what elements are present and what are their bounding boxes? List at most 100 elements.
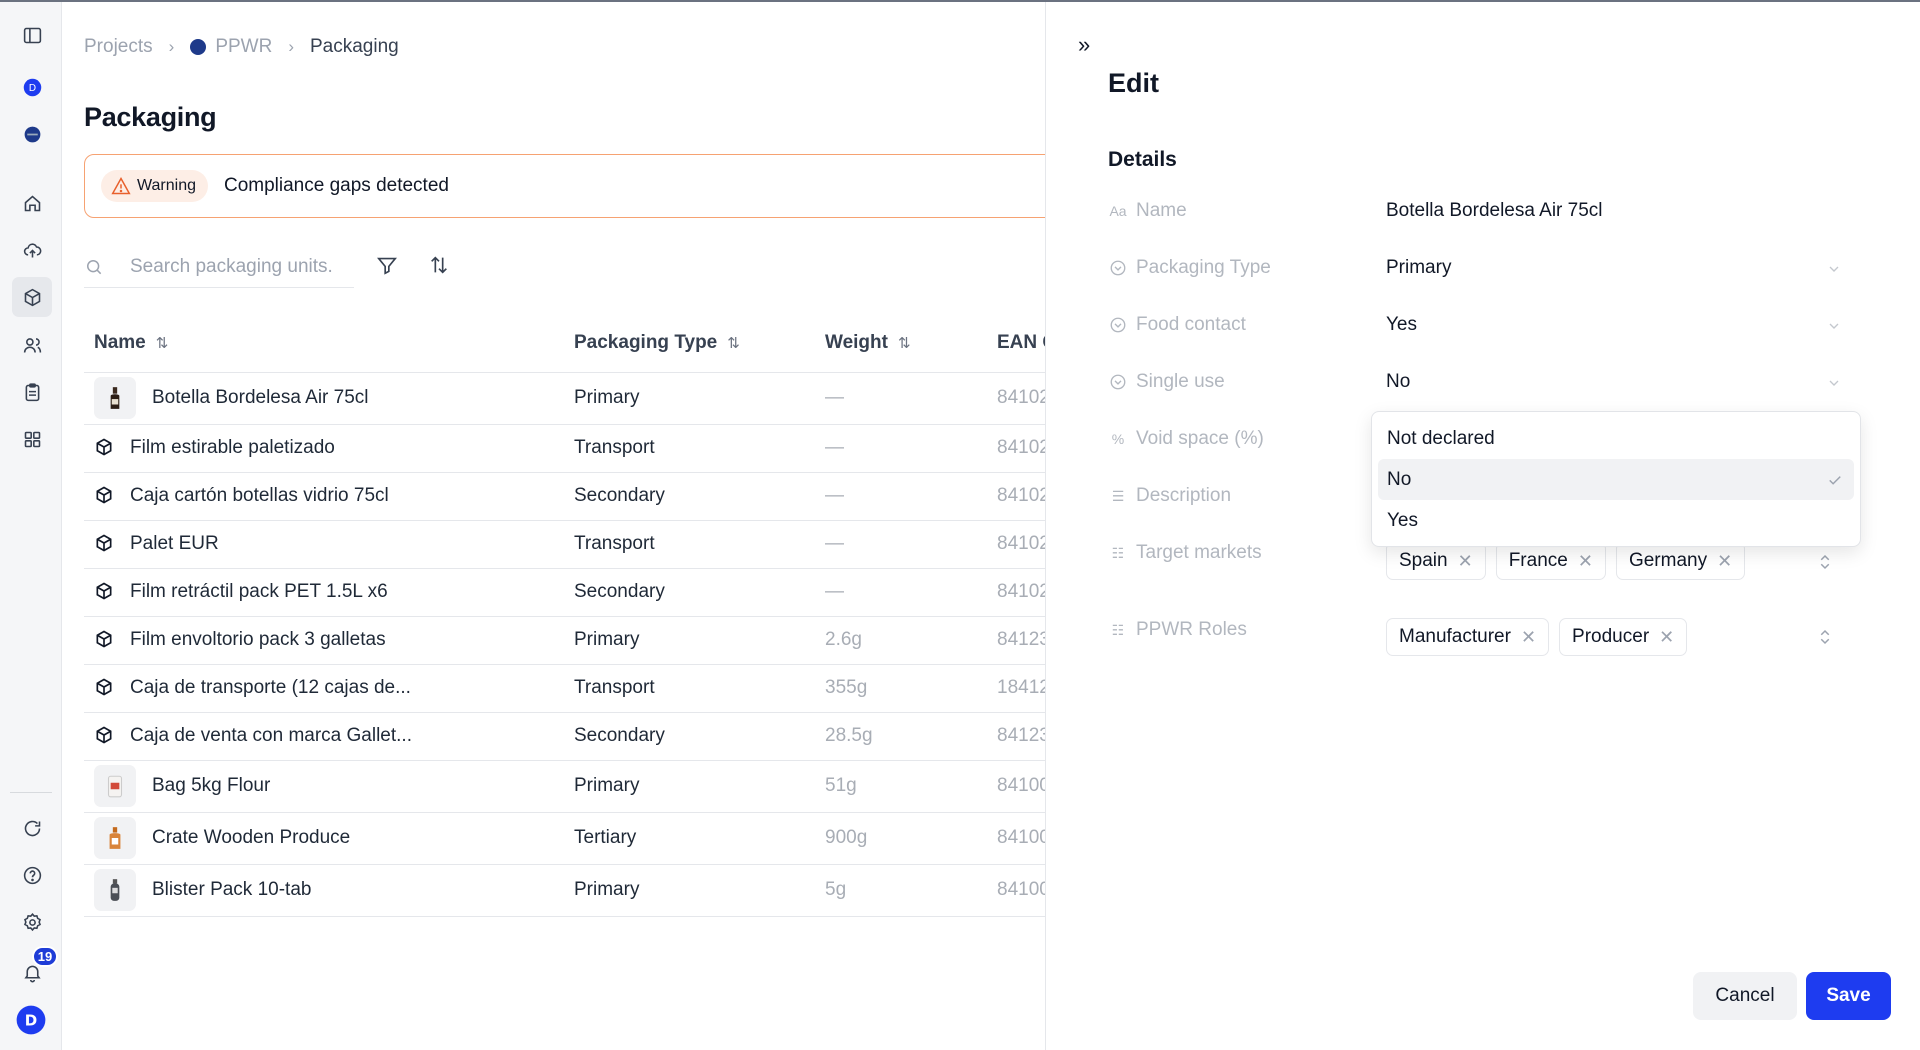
row-type: Primary	[564, 616, 815, 665]
row-ean: 84102	[987, 568, 1045, 617]
row-name: Film envoltorio pack 3 galletas	[130, 629, 386, 650]
table-row[interactable]: Film envoltorio pack 3 galletas Primary 2.…	[84, 616, 1045, 665]
packaging-nav-icon[interactable]	[12, 277, 52, 317]
product-thumbnail	[94, 869, 136, 911]
remove-tag-icon[interactable]: ✕	[1458, 551, 1473, 572]
org-logo-icon[interactable]: D	[19, 74, 45, 100]
table-row[interactable]: Blister Pack 10-tab Primary 5g 84100	[84, 864, 1045, 917]
table-row[interactable]: Caja de transporte (12 cajas de... Transp…	[84, 664, 1045, 713]
row-weight: —	[815, 472, 987, 521]
name-field[interactable]: Botella Bordelesa Air 75cl	[1386, 200, 1603, 222]
sort-icon[interactable]	[426, 252, 452, 278]
remove-tag-icon[interactable]: ✕	[1659, 627, 1674, 648]
row-name: Film estirable paletizado	[130, 437, 335, 458]
table-body: Botella Bordelesa Air 75cl Primary —84102 F…	[84, 372, 1045, 917]
box-icon	[94, 725, 116, 747]
collapse-panel-icon[interactable]: »	[1078, 32, 1090, 58]
cancel-button[interactable]: Cancel	[1693, 972, 1797, 1020]
table-row[interactable]: Palet EUR Transport —84102	[84, 520, 1045, 569]
clipboard-icon[interactable]	[19, 379, 45, 405]
table-row[interactable]: Film retráctil pack PET 1.5L x6 Secondary…	[84, 568, 1045, 617]
refresh-icon[interactable]	[19, 815, 45, 841]
row-type: Transport	[564, 664, 815, 713]
row-name: Botella Bordelesa Air 75cl	[152, 387, 369, 408]
sidebar: D 19 D	[0, 2, 62, 1050]
box-icon	[94, 629, 116, 651]
tag-producer: Producer ✕	[1559, 618, 1688, 656]
column-header-ean[interactable]: EAN C	[987, 314, 1045, 373]
list-icon: ☷	[1111, 544, 1125, 561]
remove-tag-icon[interactable]: ✕	[1521, 627, 1536, 648]
target-markets-multiselect[interactable]: Spain ✕ France ✕ Germany ✕	[1386, 542, 1755, 580]
ppwr-roles-multiselect[interactable]: Manufacturer ✕ Producer ✕	[1386, 618, 1697, 656]
field-label-description: ☰ Description	[1108, 485, 1231, 507]
remove-tag-icon[interactable]: ✕	[1578, 551, 1593, 572]
project-logo-icon[interactable]	[19, 121, 45, 147]
page-title: Packaging	[84, 102, 217, 132]
row-weight: 28.5g	[815, 712, 987, 761]
breadcrumb-separator-icon: ›	[168, 37, 175, 56]
sort-icon: ⇅	[897, 334, 911, 352]
table-row[interactable]: Bag 5kg Flour Primary 51g 84100	[84, 760, 1045, 813]
row-name: Film retráctil pack PET 1.5L x6	[130, 581, 388, 602]
row-weight: 900g	[815, 812, 987, 865]
field-label-ppwr-roles: ☷ PPWR Roles	[1108, 619, 1247, 641]
updown-chevron-icon[interactable]	[1816, 626, 1834, 648]
table-row[interactable]: Caja cartón botellas vidrio 75cl Secondar…	[84, 472, 1045, 521]
single-use-select[interactable]: No	[1386, 371, 1410, 393]
field-label-void-space: % Void space (%)	[1108, 428, 1264, 450]
settings-icon[interactable]	[19, 909, 45, 935]
food-contact-select[interactable]: Yes	[1386, 314, 1417, 336]
tag-manufacturer: Manufacturer ✕	[1386, 618, 1550, 656]
column-header-weight[interactable]: Weight ⇅	[815, 314, 987, 373]
filter-icon[interactable]	[374, 252, 400, 278]
updown-chevron-icon[interactable]	[1816, 551, 1834, 573]
row-type: Tertiary	[564, 812, 815, 865]
chevron-down-icon[interactable]	[1826, 261, 1842, 277]
breadcrumb-project[interactable]: PPWR	[215, 36, 272, 58]
packaging-type-select[interactable]: Primary	[1386, 257, 1451, 279]
grid-icon[interactable]	[19, 426, 45, 452]
text-lines-icon: ☰	[1111, 487, 1125, 504]
field-label-name: Aa Name	[1109, 200, 1187, 221]
row-weight: —	[815, 424, 987, 473]
product-thumbnail	[94, 817, 136, 859]
warning-text: Compliance gaps detected	[223, 175, 449, 196]
row-ean: 84100	[987, 760, 1045, 813]
home-icon[interactable]	[19, 190, 45, 216]
sidebar-divider	[10, 792, 52, 793]
row-weight: 5g	[815, 864, 987, 917]
warning-badge: Warning	[101, 170, 208, 202]
percent-icon: %	[1111, 431, 1125, 447]
table-row[interactable]: Botella Bordelesa Air 75cl Primary —84102	[84, 372, 1045, 425]
search-input[interactable]: Search packaging units.	[84, 246, 354, 288]
row-weight: —	[815, 568, 987, 617]
remove-tag-icon[interactable]: ✕	[1717, 551, 1732, 572]
select-circle-icon	[1108, 373, 1128, 391]
chevron-down-icon[interactable]	[1826, 318, 1842, 334]
edit-title: Edit	[1108, 68, 1159, 98]
svg-text:D: D	[28, 83, 35, 94]
table-row[interactable]: Caja de venta con marca Gallet... Seconda…	[84, 712, 1045, 761]
row-type: Secondary	[564, 712, 815, 761]
column-header-type[interactable]: Packaging Type ⇅	[564, 314, 815, 373]
dropdown-option-yes[interactable]: Yes	[1378, 500, 1854, 541]
users-icon[interactable]	[19, 332, 45, 358]
table-row[interactable]: Film estirable paletizado Transport —84102	[84, 424, 1045, 473]
sidebar-toggle-icon[interactable]	[19, 22, 45, 48]
chevron-down-icon[interactable]	[1826, 375, 1842, 391]
save-button[interactable]: Save	[1806, 972, 1891, 1020]
row-ean: 84123	[987, 712, 1045, 761]
row-weight: —	[815, 372, 987, 425]
warning-triangle-icon	[111, 176, 131, 195]
dropdown-option-no[interactable]: No	[1378, 459, 1854, 500]
dropdown-option-not-declared[interactable]: Not declared	[1378, 418, 1854, 459]
column-header-name[interactable]: Name ⇅	[84, 314, 564, 373]
table-row[interactable]: Crate Wooden Produce Tertiary 900g 84100	[84, 812, 1045, 865]
cloud-upload-icon[interactable]	[19, 237, 45, 263]
breadcrumb-projects[interactable]: Projects	[84, 36, 153, 58]
row-ean: 84102	[987, 372, 1045, 425]
user-avatar-icon[interactable]: D	[16, 1005, 46, 1035]
select-circle-icon	[1108, 259, 1128, 277]
help-icon[interactable]	[19, 862, 45, 888]
